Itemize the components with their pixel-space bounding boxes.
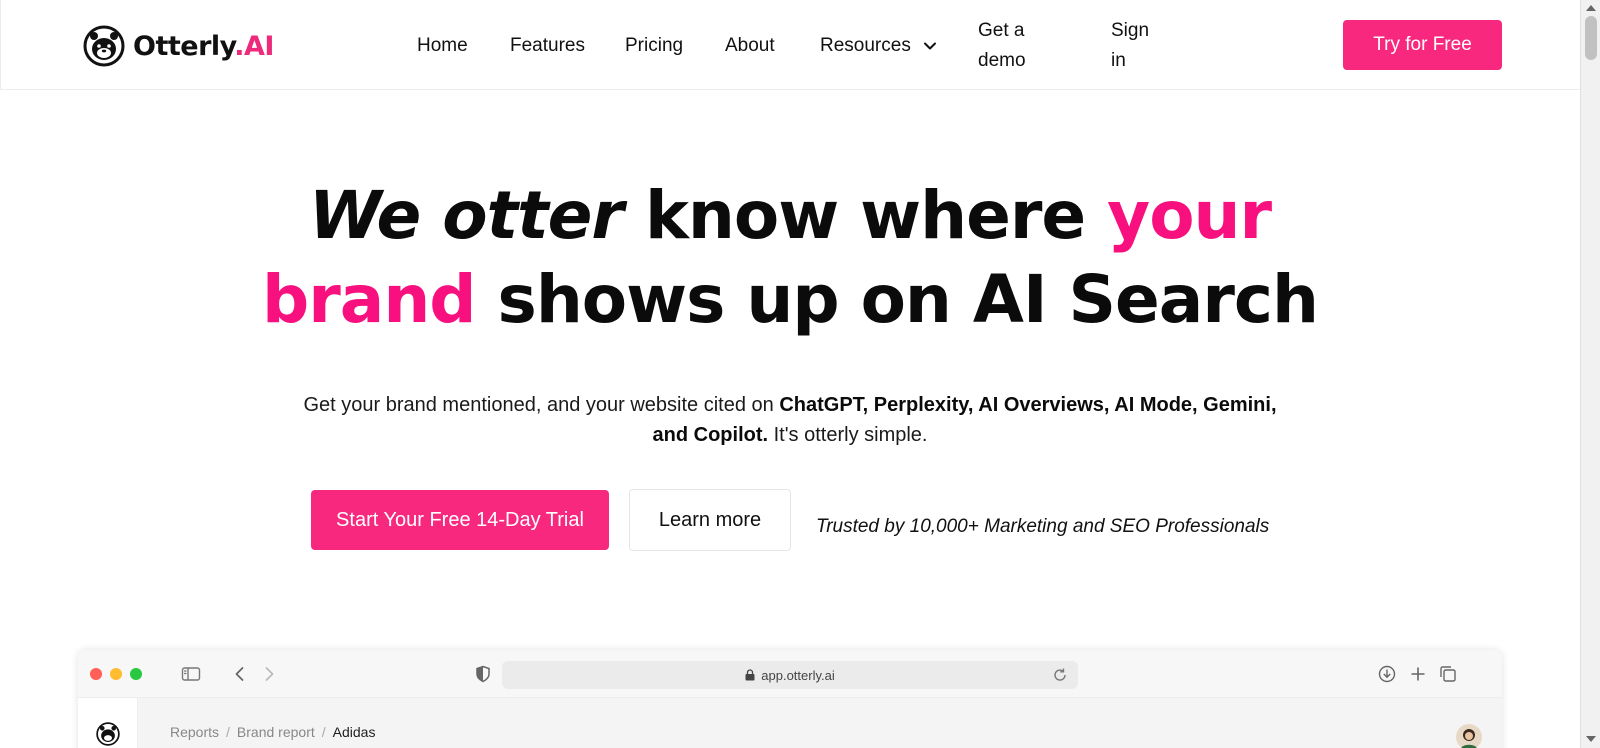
- close-dot-icon: [90, 668, 102, 680]
- minimize-dot-icon: [110, 668, 122, 680]
- hero-subtitle-pre: Get your brand mentioned, and your websi…: [303, 394, 774, 416]
- scrollbar-thumb[interactable]: [1585, 16, 1597, 60]
- scroll-up-arrow-icon[interactable]: [1586, 5, 1596, 11]
- forward-icon: [265, 667, 274, 681]
- page-scrollbar[interactable]: [1580, 0, 1600, 748]
- mockup-main-area: Reports / Brand report / Adidas: [138, 698, 1502, 748]
- user-avatar-icon: [1460, 729, 1478, 748]
- nav-signin-line1: Sign: [1111, 20, 1150, 41]
- nav-signin-line2: in: [1111, 50, 1126, 71]
- nav-demo-line2: demo: [978, 50, 1026, 71]
- reload-icon: [1054, 668, 1066, 681]
- nav-get-demo-link[interactable]: Get a demo: [978, 16, 1026, 76]
- tabs-icon: [1440, 666, 1456, 682]
- nav-home-link[interactable]: Home: [417, 31, 468, 61]
- hero-title: We otter know where your brand shows up …: [0, 174, 1580, 342]
- breadcrumb-current: Adidas: [332, 724, 376, 740]
- avatar[interactable]: [1456, 724, 1482, 748]
- trusted-by-text: Trusted by 10,000+ Marketing and SEO Pro…: [816, 516, 1270, 537]
- download-icon: [1378, 665, 1396, 683]
- hero-subtitle: Get your brand mentioned, and your websi…: [300, 390, 1280, 450]
- mockup-address-bar: app.otterly.ai: [502, 661, 1078, 689]
- breadcrumb-item[interactable]: Reports: [170, 724, 219, 740]
- nav-sign-in-link[interactable]: Sign in: [1111, 16, 1149, 76]
- mockup-sidebar: [78, 698, 138, 748]
- mockup-browser-bar: app.otterly.ai: [78, 650, 1502, 698]
- breadcrumb-separator: /: [321, 724, 326, 740]
- nav-resources-dropdown[interactable]: Resources: [820, 31, 937, 61]
- breadcrumb: Reports / Brand report / Adidas: [170, 724, 375, 740]
- nav-resources-label: Resources: [820, 35, 911, 56]
- nav-pricing-link[interactable]: Pricing: [625, 31, 683, 61]
- breadcrumb-item[interactable]: Brand report: [237, 724, 315, 740]
- try-for-free-button[interactable]: Try for Free: [1343, 20, 1502, 70]
- breadcrumb-separator: /: [226, 724, 230, 740]
- hero-title-part3: shows up on AI Search: [497, 261, 1319, 338]
- hero-title-pink1: your: [1107, 177, 1272, 254]
- hero-title-pink2: brand: [261, 261, 477, 338]
- back-icon: [235, 667, 244, 681]
- maximize-dot-icon: [130, 668, 142, 680]
- chevron-down-icon: [923, 42, 936, 50]
- lock-icon: [745, 669, 755, 681]
- shield-icon: [476, 665, 490, 683]
- hero-title-italic: We otter: [308, 177, 624, 254]
- otter-logo-icon: [96, 722, 120, 746]
- nav-demo-line1: Get a: [978, 20, 1025, 41]
- logo-text: Otterly.AI: [133, 30, 274, 62]
- otter-logo-icon: [83, 25, 125, 67]
- sidebar-toggle-icon: [181, 667, 201, 681]
- scroll-down-arrow-icon[interactable]: [1586, 736, 1596, 742]
- learn-more-button[interactable]: Learn more: [629, 489, 791, 551]
- start-free-trial-button[interactable]: Start Your Free 14-Day Trial: [311, 490, 609, 550]
- plus-icon: [1411, 667, 1425, 681]
- navbar: Otterly.AI Home Features Pricing About R…: [0, 0, 1580, 90]
- mockup-url-text: app.otterly.ai: [761, 667, 835, 683]
- hero-subtitle-post: It's otterly simple.: [773, 424, 928, 446]
- app-preview-mockup: app.otterly.ai Reports / Brand report / …: [78, 650, 1502, 748]
- nav-about-link[interactable]: About: [725, 31, 775, 61]
- nav-features-link[interactable]: Features: [510, 31, 585, 61]
- hero-title-part2: know where: [644, 177, 1086, 254]
- logo[interactable]: Otterly.AI: [83, 25, 274, 67]
